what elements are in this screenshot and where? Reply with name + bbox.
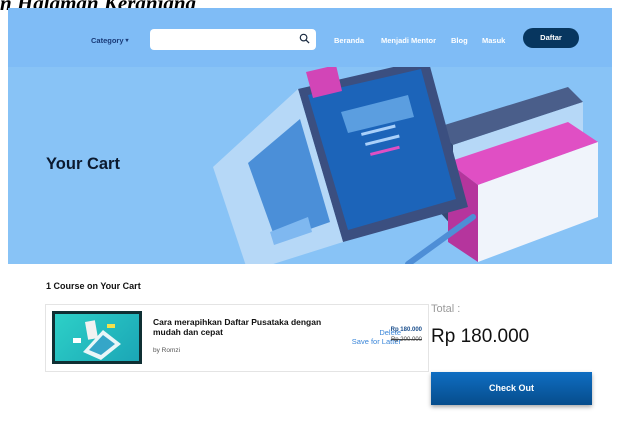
cart-count-heading: 1 Course on Your Cart bbox=[46, 281, 141, 291]
course-thumbnail[interactable] bbox=[52, 311, 142, 364]
checkout-button[interactable]: Check Out bbox=[431, 372, 592, 405]
search-input[interactable] bbox=[150, 29, 316, 50]
hero-banner: Your Cart bbox=[8, 67, 612, 264]
hero-title: Your Cart bbox=[46, 155, 120, 173]
nav-link-blog[interactable]: Blog bbox=[451, 36, 468, 45]
total-label: Total : bbox=[431, 303, 461, 315]
course-price: Rp 180.000 bbox=[390, 327, 422, 333]
total-value: Rp 180.000 bbox=[431, 326, 530, 347]
nav-link-masuk[interactable]: Masuk bbox=[482, 36, 505, 45]
page-frame: Category ▾ Beranda Menjadi Mentor Blog M… bbox=[8, 8, 612, 447]
signup-button[interactable]: Daftar bbox=[523, 28, 579, 48]
course-author: by Romzi bbox=[153, 347, 181, 354]
category-label: Category bbox=[91, 36, 124, 45]
caret-down-icon: ▾ bbox=[125, 38, 129, 44]
nav-link-beranda[interactable]: Beranda bbox=[334, 36, 364, 45]
cart-item: Cara merapihkan Daftar Pusataka dengan m… bbox=[45, 304, 429, 372]
navbar: Category ▾ Beranda Menjadi Mentor Blog M… bbox=[8, 8, 612, 67]
course-original-price: Rp 200.000 bbox=[390, 337, 422, 343]
search-icon bbox=[299, 33, 310, 44]
nav-link-menjadi-mentor[interactable]: Menjadi Mentor bbox=[381, 36, 436, 45]
course-title[interactable]: Cara merapihkan Daftar Pusataka dengan m… bbox=[153, 317, 323, 337]
category-dropdown[interactable]: Category ▾ bbox=[91, 36, 129, 45]
